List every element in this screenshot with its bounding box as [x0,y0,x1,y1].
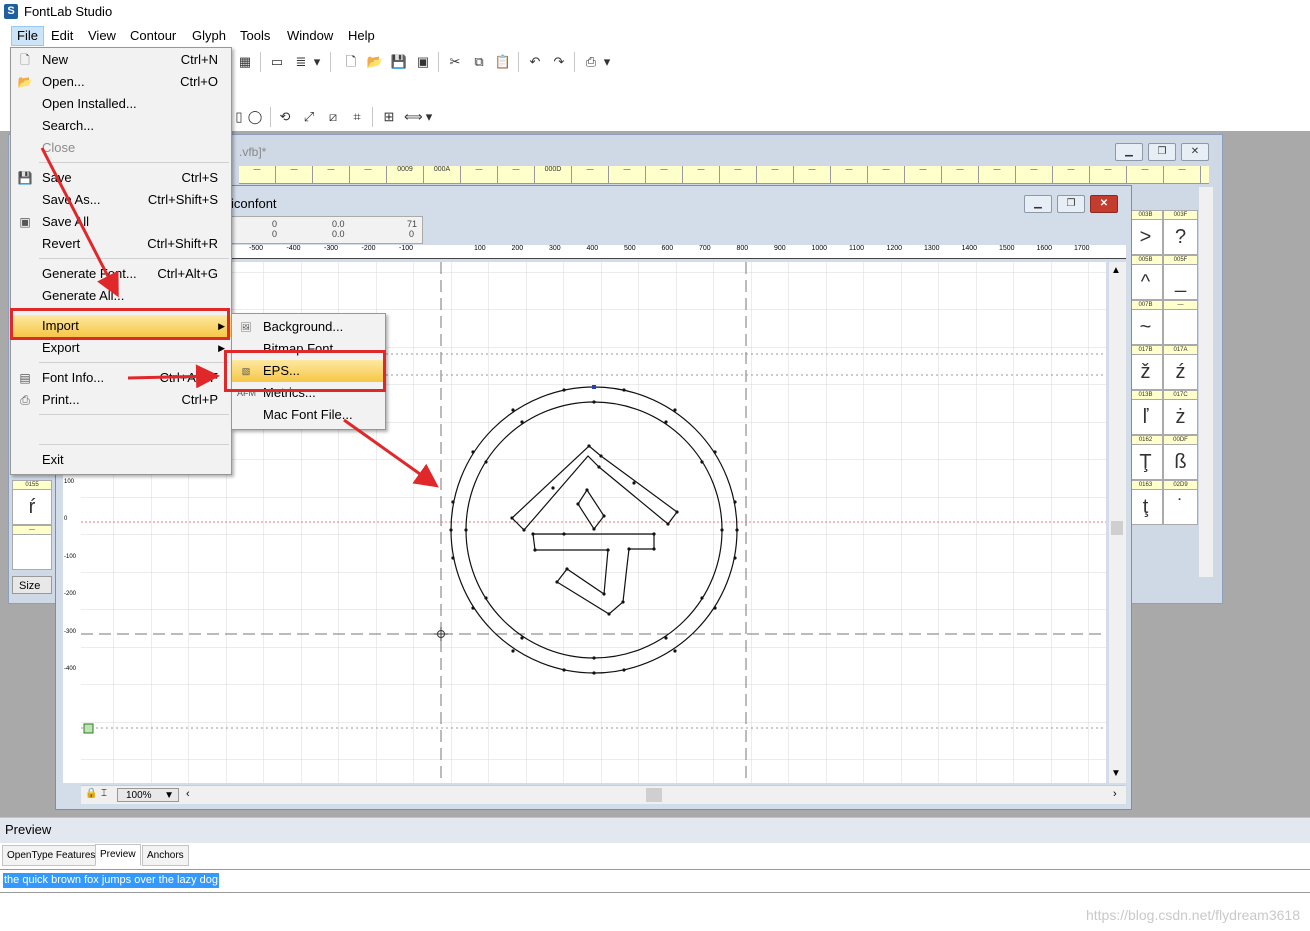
annotation-arrow [127,364,220,389]
annotation-arrow [40,147,119,298]
watermark: https://blog.csdn.net/flydream3618 [1085,907,1300,923]
preview-header: Preview [0,817,1310,843]
tab-preview[interactable]: Preview [95,844,141,866]
annotation-arrow [343,418,439,488]
tab-opentype-features[interactable]: OpenType Features [2,845,101,866]
preview-panel: Preview OpenType Features Preview Anchor… [0,817,1310,931]
preview-text-selection: the quick brown fox jumps over the lazy … [3,873,220,888]
tab-anchors[interactable]: Anchors [142,845,189,866]
annotation-arrows [40,147,439,488]
preview-text-field[interactable]: the quick brown fox jumps over the lazy … [0,869,1310,893]
